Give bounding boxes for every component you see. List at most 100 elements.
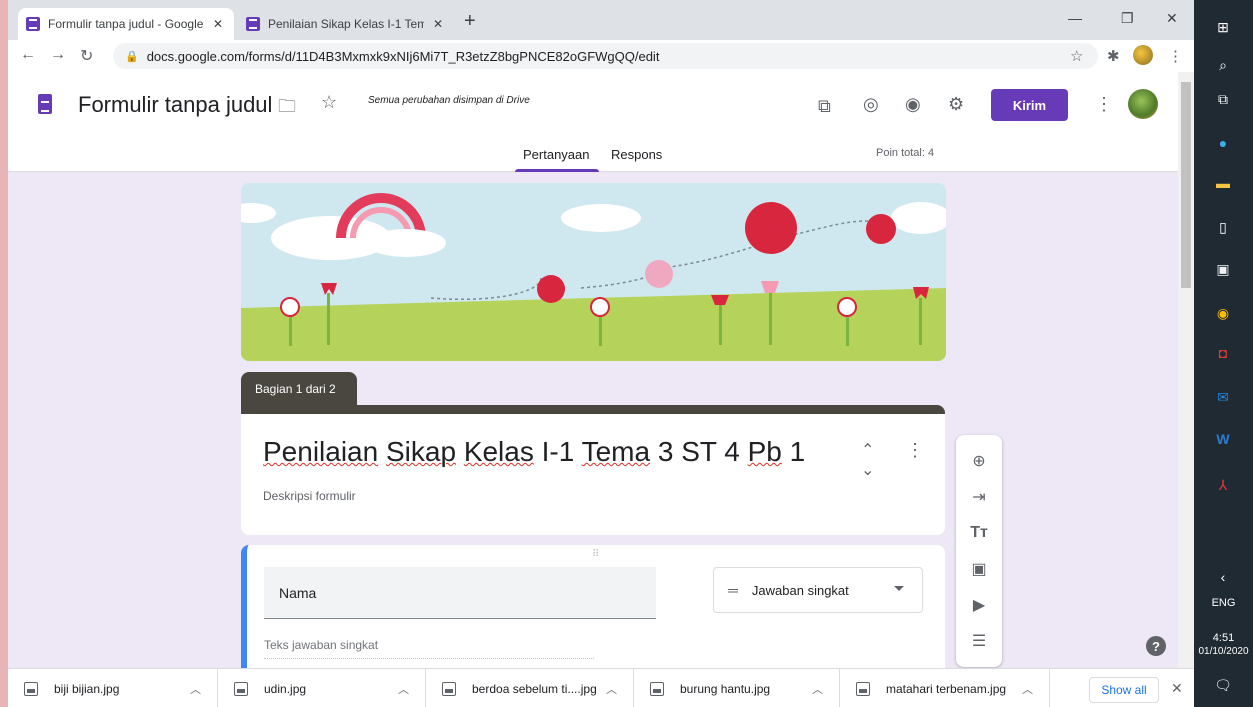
add-video-icon[interactable]: ▶ (967, 593, 991, 617)
add-image-icon[interactable]: ▣ (967, 557, 991, 581)
tab-responses[interactable]: Respons (611, 147, 662, 162)
save-status: Semua perubahan disimpan di Drive (368, 95, 530, 106)
chevron-up-icon[interactable]: ︿ (1022, 681, 1033, 697)
question-type-label: Jawaban singkat (751, 582, 849, 598)
send-button[interactable]: Kirim (991, 89, 1068, 121)
forward-icon[interactable]: → (50, 46, 66, 64)
download-item[interactable]: biji bijian.jpg ︿ (8, 669, 218, 707)
palette-icon[interactable]: ◎ (863, 94, 879, 115)
chevron-up-icon[interactable]: ︿ (606, 681, 617, 697)
language-indicator[interactable]: ENG (1194, 597, 1253, 609)
browser-tab-forms[interactable]: Formulir tanpa judul - Google Fo ✕ (18, 8, 234, 40)
folder-icon[interactable]: 🗀 (278, 94, 296, 124)
section-title[interactable]: Penilaian Sikap Kelas I-1 Tema 3 ST 4 Pb… (263, 436, 805, 468)
add-title-icon[interactable]: Tт (967, 521, 991, 545)
store-icon[interactable]: ▣ (1212, 258, 1234, 280)
collapse-section-icon[interactable]: ⌃ ⌄ (861, 440, 874, 480)
edge-icon[interactable]: ● (1212, 132, 1234, 154)
form-title[interactable]: Formulir tanpa judul (78, 92, 272, 118)
new-tab-icon[interactable]: + (464, 10, 476, 33)
chevron-up-icon[interactable]: ︿ (398, 681, 409, 697)
reload-icon[interactable]: ↻ (80, 46, 93, 66)
downloads-bar: biji bijian.jpg ︿ udin.jpg ︿ berdoa sebe… (8, 668, 1194, 707)
profile-avatar[interactable] (1133, 45, 1153, 65)
clock-date[interactable]: 01/10/2020 (1194, 646, 1253, 657)
add-question-icon[interactable]: ⊕ (967, 449, 991, 473)
help-icon[interactable]: ? (1146, 636, 1166, 656)
chevron-up-icon[interactable]: ︿ (190, 681, 201, 697)
minimize-icon[interactable]: — (1068, 10, 1082, 26)
show-all-button[interactable]: Show all (1089, 677, 1159, 703)
page-scrollbar[interactable] (1178, 72, 1194, 668)
url-input[interactable]: 🔒 docs.google.com/forms/d/11D4B3Mxmxk9xN… (113, 43, 1098, 69)
dropdown-arrow-icon (894, 586, 904, 591)
tab-title: Penilaian Sikap Kelas I-1 Tema 3 S (268, 17, 424, 31)
windows-start-icon[interactable]: ⊞ (1212, 16, 1234, 38)
close-tab-icon[interactable]: ✕ (430, 17, 446, 31)
ladybug-banner-illustration (241, 183, 946, 361)
close-downloads-icon[interactable]: ✕ (1171, 680, 1183, 697)
chevron-up-icon[interactable]: ︿ (812, 681, 823, 697)
section-more-icon[interactable]: ⋮ (906, 440, 924, 461)
download-filename: udin.jpg (264, 681, 307, 696)
image-file-icon (650, 681, 664, 696)
notifications-icon[interactable]: 🗨 (1212, 674, 1234, 696)
browser-menu-icon[interactable]: ⋮ (1168, 47, 1183, 65)
search-icon[interactable]: ⌕ (1212, 54, 1234, 76)
chrome-icon[interactable]: ◉ (1212, 302, 1234, 324)
settings-gear-icon[interactable]: ⚙ (948, 94, 964, 115)
floating-toolbar: ⊕ ⇥ Tт ▣ ▶ ☰ (956, 435, 1002, 667)
image-file-icon (24, 681, 38, 696)
image-file-icon (442, 681, 456, 696)
lock-icon: 🔒 (125, 50, 139, 63)
section-header-card[interactable]: Penilaian Sikap Kelas I-1 Tema 3 ST 4 Pb… (241, 405, 945, 535)
close-tab-icon[interactable]: ✕ (210, 17, 226, 31)
title-word: Pb (747, 436, 782, 467)
question-type-select[interactable]: ═ Jawaban singkat (713, 567, 923, 613)
notepad-icon[interactable]: ▯ (1212, 216, 1234, 238)
download-item[interactable]: burung hantu.jpg ︿ (634, 669, 840, 707)
download-item[interactable]: matahari terbenam.jpg ︿ (840, 669, 1050, 707)
question-title-input[interactable]: Nama (264, 567, 656, 619)
import-questions-icon[interactable]: ⇥ (967, 485, 991, 509)
task-view-icon[interactable]: ⧉ (1212, 88, 1234, 110)
word-icon[interactable]: W (1212, 428, 1234, 450)
clock-time[interactable]: 4:51 (1194, 632, 1253, 644)
add-section-icon[interactable]: ☰ (967, 629, 991, 653)
extensions-icon[interactable]: ✱ (1107, 47, 1120, 65)
file-explorer-icon[interactable]: ▬ (1212, 172, 1234, 194)
title-word: Penilaian (263, 436, 379, 467)
title-word: Tema (581, 436, 651, 467)
download-item[interactable]: berdoa sebelum ti....jpg ︿ (426, 669, 634, 707)
question-card[interactable]: ⠿ Nama ═ Jawaban singkat Teks jawaban si… (241, 545, 945, 668)
image-file-icon (234, 681, 248, 696)
user-avatar[interactable] (1128, 89, 1158, 119)
preview-eye-icon[interactable]: ◉ (905, 94, 921, 115)
bookmark-star-icon[interactable]: ☆ (1070, 47, 1083, 65)
show-hidden-icons-chevron-icon[interactable]: ‹ (1212, 566, 1234, 588)
windows-taskbar: ⊞ ⌕ ⧉ ● ▬ ▯ ▣ ◉ ◘ ✉ W ⅄ ‹ ENG 4:51 01/10… (1194, 0, 1253, 707)
download-item[interactable]: udin.jpg ︿ (218, 669, 426, 707)
forms-header: Formulir tanpa judul 🗀 ☆ Semua perubahan… (8, 72, 1178, 172)
camera-app-icon[interactable]: ◘ (1212, 342, 1234, 364)
acrobat-icon[interactable]: ⅄ (1212, 474, 1234, 496)
close-window-icon[interactable]: ✕ (1166, 10, 1178, 27)
more-menu-icon[interactable]: ⋮ (1095, 94, 1113, 115)
header-image[interactable] (241, 183, 946, 361)
scroll-thumb[interactable] (1181, 82, 1191, 288)
star-icon[interactable]: ☆ (321, 92, 337, 113)
tab-title: Formulir tanpa judul - Google Fo (48, 17, 204, 31)
drag-handle-icon[interactable]: ⠿ (592, 549, 600, 560)
image-file-icon (856, 681, 870, 696)
forms-logo-icon[interactable] (38, 94, 52, 114)
addons-icon[interactable]: ⧉ (818, 96, 831, 117)
mail-icon[interactable]: ✉ (1212, 386, 1234, 408)
total-points: Poin total: 4 (876, 147, 935, 159)
tab-questions[interactable]: Pertanyaan (523, 147, 590, 162)
browser-tab-penilaian[interactable]: Penilaian Sikap Kelas I-1 Tema 3 S ✕ (238, 8, 454, 40)
back-icon[interactable]: ← (20, 46, 36, 64)
forms-favicon-icon (246, 17, 260, 31)
section-label: Bagian 1 dari 2 (241, 372, 357, 406)
restore-icon[interactable]: ❐ (1121, 10, 1134, 27)
form-description[interactable]: Deskripsi formulir (263, 489, 356, 503)
